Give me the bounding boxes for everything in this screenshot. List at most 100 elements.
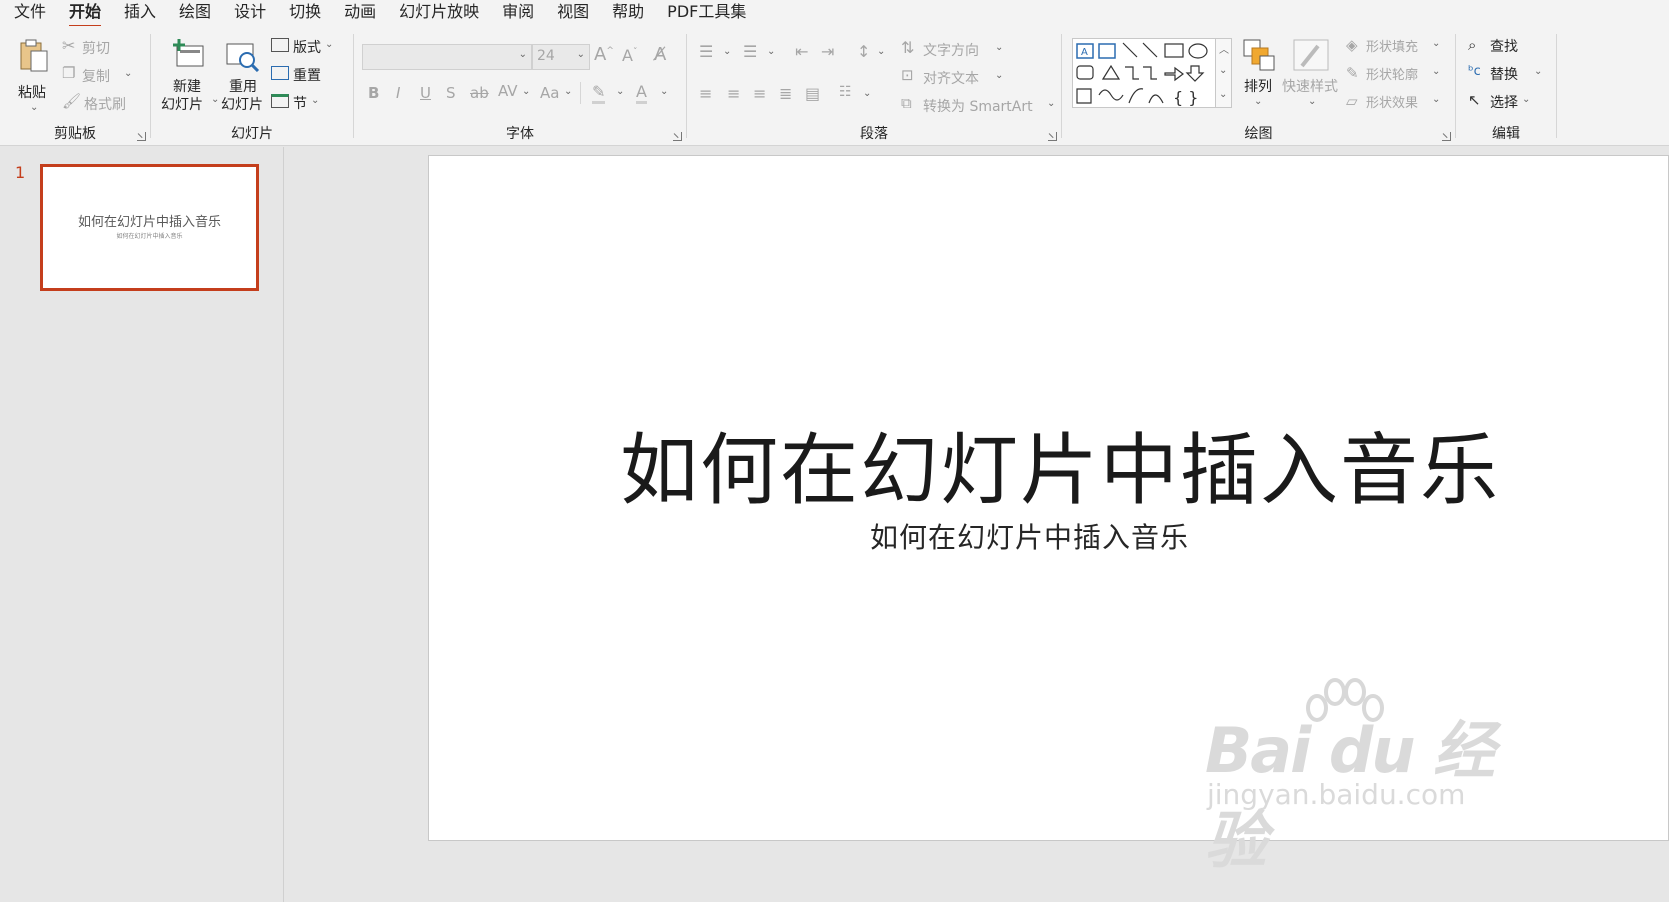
shapes-gallery[interactable]: A { } [1072, 38, 1216, 108]
align-text-icon: ⊡ [901, 66, 914, 84]
new-slide-label-1: 新建 [173, 79, 201, 95]
chevron-down-icon: ⌄ [124, 68, 133, 79]
dialog-launcher-icon[interactable] [1048, 132, 1057, 141]
clear-formatting-icon[interactable]: A̸ [654, 44, 666, 65]
dialog-launcher-icon[interactable] [673, 132, 682, 141]
numbering-icon[interactable]: ☰ [743, 42, 757, 61]
group-divider [1556, 34, 1557, 138]
quick-styles-label: 快速样式 [1282, 79, 1338, 95]
section-icon [271, 94, 289, 108]
chevron-down-icon: ⌄ [518, 49, 527, 60]
reuse-slides-label-1: 重用 [229, 79, 257, 95]
decrease-indent-icon[interactable]: ⇤ [795, 42, 808, 61]
format-painter-label: 格式刷 [84, 97, 126, 113]
paste-button[interactable]: 粘贴 ⌄ [10, 34, 56, 118]
character-spacing-icon[interactable]: AV [498, 82, 518, 100]
bold-icon[interactable]: B [368, 84, 379, 102]
decrease-font-icon[interactable]: Aˇ [622, 46, 637, 65]
slide-number: 1 [15, 163, 26, 182]
tab-file[interactable]: 文件 [14, 0, 46, 26]
bullets-icon[interactable]: ☰ [699, 42, 713, 61]
copy-label: 复制 [82, 69, 110, 85]
italic-icon[interactable]: I [396, 84, 400, 102]
strikethrough-icon[interactable]: ab [470, 84, 489, 102]
chevron-down-icon: ⌄ [1308, 96, 1317, 107]
underline-icon[interactable]: U [420, 84, 431, 102]
chevron-down-icon: ⌄ [877, 46, 886, 57]
new-slide-icon [173, 39, 204, 67]
find-label: 查找 [1490, 39, 1518, 55]
tab-animations[interactable]: 动画 [344, 0, 376, 26]
columns-icon[interactable]: ☷ [839, 84, 852, 100]
change-case-icon[interactable]: Aa [540, 84, 559, 102]
align-left-icon[interactable]: ≡ [699, 84, 712, 103]
font-size-dropdown[interactable]: 24 ⌄ [532, 44, 590, 70]
reuse-slides-icon [226, 43, 260, 72]
thumbnail-subtitle: 如何在幻灯片中插入音乐 [116, 233, 183, 240]
tab-insert[interactable]: 插入 [124, 0, 156, 26]
increase-font-icon[interactable]: A^ [594, 44, 614, 65]
reset-label: 重置 [293, 68, 321, 84]
slide-title[interactable]: 如何在幻灯片中插入音乐 [620, 408, 1500, 520]
slide-thumbnail[interactable]: 如何在幻灯片中插入音乐 如何在幻灯片中插入音乐 [40, 164, 259, 291]
tab-review[interactable]: 审阅 [502, 0, 534, 26]
clipboard-group: 粘贴 ⌄ ✂ 剪切 ❐ 复制 ⌄ 🖌 格式刷 剪贴板 [0, 26, 150, 146]
scissors-icon: ✂ [62, 36, 76, 55]
align-center-icon[interactable]: ≡ [727, 84, 740, 103]
line-spacing-icon[interactable]: ↕ [857, 42, 870, 61]
chevron-down-icon: ⌄ [723, 46, 732, 57]
ribbon-tab-bar: 文件 开始 插入 绘图 设计 切换 动画 幻灯片放映 审阅 视图 帮助 PDF工… [0, 0, 1669, 28]
align-right-icon[interactable]: ≡ [753, 84, 766, 103]
thumbnail-title: 如何在幻灯片中插入音乐 [77, 215, 221, 230]
svg-text:{ }: { } [1173, 88, 1198, 107]
chevron-down-icon: ⌄ [1522, 94, 1531, 105]
font-color-icon[interactable]: A [636, 82, 647, 104]
tab-design[interactable]: 设计 [234, 0, 266, 26]
chevron-down-icon: ⌄ [863, 88, 872, 99]
chevron-down-icon: ⌄ [1047, 98, 1056, 109]
reuse-slides-button[interactable]: 重用 幻灯片 [219, 36, 267, 118]
increase-indent-icon[interactable]: ⇥ [821, 42, 834, 61]
drawing-group-label: 绘图 [1244, 126, 1273, 142]
chevron-down-icon: ⌄ [1432, 66, 1441, 77]
dialog-launcher-icon[interactable] [1442, 132, 1451, 141]
watermark-url: jingyan.baidu.com [1207, 778, 1466, 811]
tab-pdf-tools[interactable]: PDF工具集 [667, 0, 746, 26]
editing-group: ⌕ 查找 ᵇc 替换 ⌄ ↖ 选择 ⌄ 编辑 [1456, 26, 1556, 146]
select-label: 选择 [1490, 95, 1518, 111]
align-text-label: 对齐文本 [923, 71, 979, 87]
highlight-icon[interactable]: ✎ [592, 82, 606, 104]
tab-view[interactable]: 视图 [557, 0, 589, 26]
chevron-down-icon: ⌄ [576, 49, 585, 60]
new-slide-button[interactable]: 新建 幻灯片 ⌄ [159, 36, 219, 118]
justify-icon[interactable]: ≣ [779, 84, 792, 103]
shapes-gallery-icon: A { } [1076, 42, 1208, 107]
arrange-button[interactable]: 排列 ⌄ [1238, 36, 1282, 118]
editing-group-label: 编辑 [1492, 126, 1520, 142]
chevron-down-icon: ⌄ [995, 70, 1004, 81]
section-label: 节 [293, 96, 307, 112]
copy-icon: ❐ [62, 64, 76, 82]
drawing-group: A { } ︿ ⌄ ⌄ 排列 ⌄ 快速样式 ⌄ ◈ 形状填充 ⌄ ✎ 形状轮廓 … [1062, 26, 1455, 146]
more-icon: ⌄ [1219, 89, 1228, 100]
shapes-gallery-scroll[interactable]: ︿ ⌄ ⌄ [1216, 38, 1232, 108]
cut-label: 剪切 [82, 41, 110, 57]
chevron-down-icon: ⌄ [30, 102, 39, 113]
font-name-dropdown[interactable]: ⌄ [362, 44, 532, 70]
tab-transitions[interactable]: 切换 [289, 0, 321, 26]
baidu-watermark: Bai du 经验 jingyan.baidu.com [1205, 678, 1505, 877]
quick-styles-button[interactable]: 快速样式 ⌄ [1282, 36, 1342, 118]
cursor-arrow-icon: ↖ [1468, 91, 1481, 109]
tab-slideshow[interactable]: 幻灯片放映 [399, 0, 479, 26]
tab-help[interactable]: 帮助 [612, 0, 644, 26]
dialog-launcher-icon[interactable] [137, 132, 146, 141]
text-direction-icon: ⇅ [901, 38, 915, 57]
tab-draw[interactable]: 绘图 [179, 0, 211, 26]
smartart-icon: ⧉ [901, 94, 912, 112]
chevron-down-icon: ⌄ [564, 86, 573, 97]
shadow-icon[interactable]: S [446, 84, 456, 102]
tab-home[interactable]: 开始 [69, 0, 102, 28]
chevron-down-icon: ⌄ [1432, 38, 1441, 49]
slide-subtitle[interactable]: 如何在幻灯片中插入音乐 [870, 516, 1189, 556]
distributed-icon[interactable]: ▤ [805, 84, 820, 103]
